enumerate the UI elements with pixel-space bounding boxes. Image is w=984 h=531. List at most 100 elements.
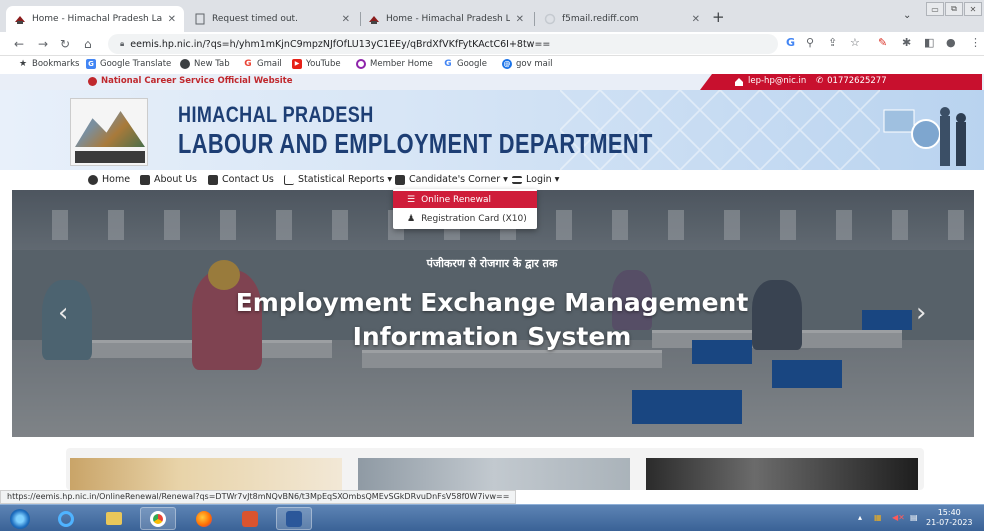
hero-hindi-tagline: पंजीकरण से रोजगार के द्वार तक: [426, 257, 558, 270]
official-text: National Career Service Official Website: [101, 76, 293, 86]
taskbar-presentation[interactable]: [232, 507, 268, 530]
nav-login[interactable]: Login ▾: [512, 174, 559, 185]
bookmark-star-icon[interactable]: ☆: [850, 36, 860, 49]
chevron-down-icon: ▾: [387, 174, 393, 185]
forward-icon[interactable]: →: [38, 36, 48, 52]
bookmarks-menu[interactable]: ★ Bookmarks: [18, 59, 80, 69]
tray-chevron-icon[interactable]: ▴: [858, 513, 862, 522]
bookmark-label: Member Home: [370, 59, 433, 69]
bookmark-google[interactable]: G Google: [443, 59, 487, 69]
main-nav: Home About Us Contact Us Statistical Rep…: [0, 170, 984, 190]
dropdown-label: Online Renewal: [421, 194, 491, 205]
tab-separator: [534, 12, 535, 26]
new-tab-button[interactable]: +: [712, 8, 725, 26]
taskbar-explorer[interactable]: [96, 507, 132, 530]
bookmark-google-translate[interactable]: G Google Translate: [86, 59, 171, 69]
official-website-link[interactable]: National Career Service Official Website: [88, 76, 292, 86]
taskbar-clock[interactable]: 15:40 21-07-2023: [926, 508, 973, 528]
bookmark-label: Bookmarks: [32, 59, 80, 69]
feature-card-3[interactable]: [646, 458, 918, 490]
close-icon[interactable]: ✕: [516, 14, 524, 25]
nav-label: Home: [102, 174, 131, 185]
back-icon[interactable]: ←: [14, 36, 24, 52]
list-icon: ☰: [407, 194, 416, 205]
nav-candidates-corner[interactable]: Candidate's Corner ▾: [395, 174, 508, 185]
share-icon[interactable]: ⇪: [828, 36, 837, 49]
email-link[interactable]: lep-hp@nic.in: [734, 76, 806, 86]
nav-label: Statistical Reports: [298, 174, 385, 185]
tab-request-timed-out[interactable]: Request timed out. ✕: [186, 6, 358, 32]
tab-home-2[interactable]: Home - Himachal Pradesh Labou ✕: [360, 6, 532, 32]
menu-dots-icon[interactable]: ⋮: [970, 36, 981, 49]
carousel-next-button[interactable]: ›: [916, 300, 926, 326]
email-text: lep-hp@nic.in: [748, 76, 807, 86]
tab-home-1[interactable]: Home - Himachal Pradesh Labou ✕: [6, 6, 184, 32]
bookmark-member-home[interactable]: Member Home: [356, 59, 433, 69]
puzzle-icon[interactable]: ✱: [902, 36, 911, 49]
side-panel-icon[interactable]: ◧: [924, 36, 934, 49]
globe-icon: [88, 174, 98, 185]
windows-taskbar: ▴ ▦ ◀✕ ▤ 15:40 21-07-2023: [0, 504, 984, 531]
taskbar-firefox[interactable]: [186, 507, 222, 530]
carousel-prev-button[interactable]: ‹: [58, 300, 68, 326]
candidates-corner-dropdown: ☰ Online Renewal ♟ Registration Card (X10): [393, 189, 537, 229]
minimize-button[interactable]: ▭: [926, 2, 944, 16]
feature-card-2[interactable]: [358, 458, 630, 490]
tab-title: Home - Himachal Pradesh Labou: [386, 14, 510, 24]
taskbar-word[interactable]: [276, 507, 312, 530]
feature-card-1[interactable]: [70, 458, 342, 490]
site-title-line1: HIMACHAL PRADESH: [178, 102, 374, 127]
tab-rediff[interactable]: f5mail.rediff.com ✕: [536, 6, 708, 32]
tab-search-chevron-icon[interactable]: ⌄: [903, 10, 911, 21]
tab-title: Request timed out.: [212, 14, 298, 24]
hero-title-line1: Employment Exchange Management: [235, 288, 749, 317]
taskbar-ie[interactable]: [48, 507, 84, 530]
bookmark-label: Google Translate: [100, 59, 172, 69]
close-window-button[interactable]: ✕: [964, 2, 982, 16]
browser-toolbar: ← → ↻ ⌂ 🔒︎ eemis.hp.nic.in/?qs=h/yhm1mKj…: [0, 32, 984, 56]
top-strip: National Career Service Official Website…: [0, 74, 984, 90]
home-icon[interactable]: ⌂: [84, 36, 92, 52]
chrome-icon: [150, 510, 166, 527]
dropdown-item-online-renewal[interactable]: ☰ Online Renewal: [393, 191, 537, 208]
dropdown-item-registration-card[interactable]: ♟ Registration Card (X10): [393, 210, 537, 227]
ie-icon: [58, 510, 74, 527]
address-bar[interactable]: 🔒︎ eemis.hp.nic.in/?qs=h/yhm1mKjnC9mpzNJ…: [108, 34, 778, 54]
zoom-icon[interactable]: ⚲: [806, 36, 814, 49]
member-icon: [356, 59, 366, 69]
phone-link[interactable]: ✆ 01772625277: [816, 76, 887, 86]
bookmark-youtube[interactable]: ▶ YouTube: [292, 59, 341, 69]
taskbar-chrome[interactable]: [140, 507, 176, 530]
extension-icon[interactable]: ✎: [878, 36, 887, 49]
nav-contact-us[interactable]: Contact Us: [208, 174, 274, 185]
nav-home[interactable]: Home: [88, 174, 130, 185]
google-lens-icon[interactable]: G: [786, 36, 795, 49]
users-icon: [140, 174, 150, 185]
firefox-icon: [196, 510, 212, 527]
youtube-icon: ▶: [292, 59, 302, 69]
close-icon[interactable]: ✕: [692, 14, 700, 25]
hero-title-line2: Information System: [352, 322, 632, 351]
profile-icon[interactable]: ●: [946, 36, 956, 49]
bookmark-gmail[interactable]: G Gmail: [243, 59, 282, 69]
hp-emblem-logo[interactable]: [70, 98, 148, 166]
bookmark-label: Google: [457, 59, 487, 69]
bookmark-new-tab[interactable]: New Tab: [180, 59, 230, 69]
close-icon[interactable]: ✕: [342, 14, 350, 25]
nav-statistical-reports[interactable]: Statistical Reports ▾: [284, 174, 392, 185]
volume-icon[interactable]: ◀✕: [892, 513, 905, 522]
network-icon[interactable]: ▦: [874, 513, 882, 522]
reload-icon[interactable]: ↻: [60, 36, 70, 52]
nav-label: About Us: [154, 174, 198, 185]
nav-about-us[interactable]: About Us: [140, 174, 197, 185]
bookmark-gov-mail[interactable]: @ gov mail: [502, 59, 553, 69]
site-header: HIMACHAL PRADESH LABOUR AND EMPLOYMENT D…: [0, 90, 984, 170]
close-icon[interactable]: ✕: [168, 14, 176, 25]
google-icon: G: [244, 59, 252, 69]
tray-icon[interactable]: ▤: [910, 513, 918, 522]
windows-logo-icon: [10, 508, 30, 529]
page-viewport: National Career Service Official Website…: [0, 74, 984, 490]
user-icon: ♟: [407, 213, 416, 224]
start-button[interactable]: [4, 507, 36, 530]
maximize-button[interactable]: ⧉: [945, 2, 963, 16]
